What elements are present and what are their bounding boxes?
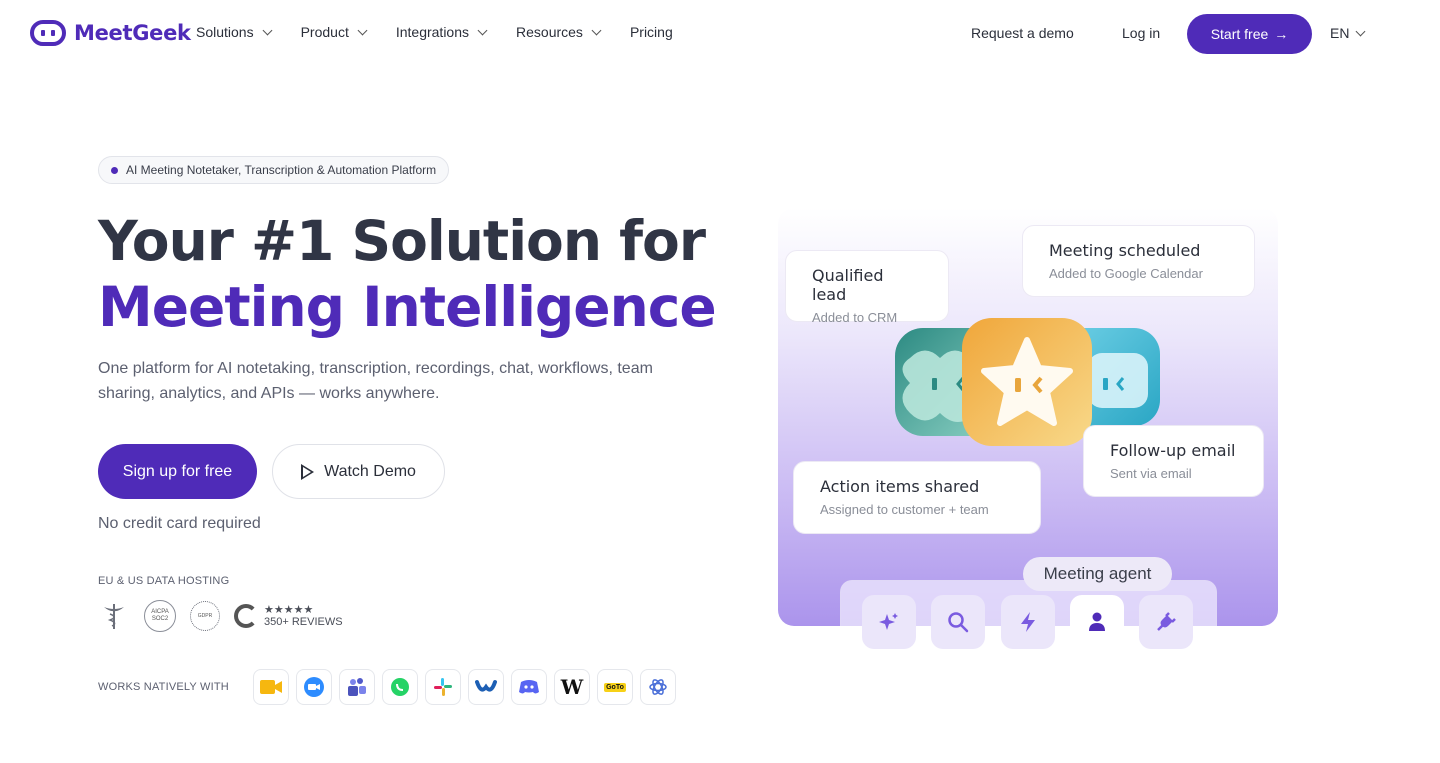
hero-subtitle: One platform for AI notetaking, transcri… [98,360,653,402]
arrow-right-icon: → [1274,26,1289,42]
google-meet-icon[interactable] [253,669,289,705]
goto-icon[interactable]: GoTo [597,669,633,705]
works-with-label: WORKS NATIVELY WITH [98,681,229,693]
card-subtitle: Added to Google Calendar [1049,266,1203,281]
teams-icon[interactable] [339,669,375,705]
start-free-button[interactable]: Start free → [1187,14,1312,54]
follow-up-email-card: Follow-up email Sent via email [1083,425,1264,497]
card-title: Meeting scheduled [1049,241,1201,260]
nav-label: Product [300,24,349,40]
card-subtitle: Assigned to customer + team [820,502,989,517]
action-items-card: Action items shared Assigned to customer… [793,461,1041,534]
person-icon[interactable] [1070,595,1124,649]
qualified-lead-card: Qualified lead Added to CRM [785,250,949,325]
chevron-down-icon [591,25,602,35]
request-demo-link[interactable]: Request a demo [971,25,1074,41]
search-icon[interactable] [931,595,985,649]
nav-label: Integrations [395,24,470,40]
aicpa-text: AICPA [151,609,169,615]
card-subtitle: Added to CRM [812,310,898,325]
chevron-down-icon [1356,26,1366,36]
nav-integrations[interactable]: Integrations [395,24,488,40]
nav-solutions[interactable]: Solutions [196,24,273,40]
discord-icon[interactable] [511,669,547,705]
goto-text: GoTo [604,682,626,692]
nav-label: Resources [516,24,583,40]
no-credit-card-note: No credit card required [98,515,261,532]
card-title: Qualified lead [812,266,884,304]
nav-label: Pricing [629,24,673,40]
watch-demo-button[interactable]: Watch Demo [272,444,445,499]
whatsapp-icon[interactable] [382,669,418,705]
nav-actions: Request a demo Log in Start free → EN [940,14,1440,54]
lightning-icon[interactable] [1001,595,1055,649]
aicpa-soc2-badge: AICPA SOC2 [144,600,176,632]
wix-letter: W [560,675,584,699]
play-icon [301,463,315,480]
hero-badge: AI Meeting Notetaker, Transcription & Au… [98,156,450,184]
gdpr-badge: GDPR [190,601,220,631]
login-link[interactable]: Log in [1122,25,1160,41]
zoom-icon[interactable] [296,669,332,705]
openai-icon[interactable] [640,669,676,705]
nav-pricing[interactable]: Pricing [630,24,673,40]
sparkle-icon[interactable] [862,595,916,649]
chevron-down-icon [477,25,488,35]
g2-rating: ★★★★★ 350+ REVIEWS [234,604,343,628]
nav-label: Solutions [196,24,254,40]
dot-icon [111,166,118,174]
start-free-label: Start free [1210,26,1269,42]
slack-icon[interactable] [425,669,461,705]
meeting-agent-label: Meeting agent [1023,557,1172,591]
webex-icon[interactable] [468,669,504,705]
language-selector[interactable]: EN [1330,25,1366,41]
star-bot-icon [962,318,1092,446]
hero-title-line2: Meeting Intelligence [98,275,717,339]
hosting-label: EU & US DATA HOSTING [98,575,230,587]
plug-icon[interactable] [1139,595,1193,649]
soc2-text: SOC2 [151,616,169,622]
gdpr-text: GDPR [197,613,213,619]
logo-icon [30,20,66,46]
wix-icon[interactable]: W [554,669,590,705]
top-nav: MeetGeek Solutions Product Integrations … [0,0,1440,68]
hipaa-caduceus-icon [98,600,130,632]
nav-menu: Solutions Product Integrations Resources… [196,24,703,40]
integrations-row: W GoTo [253,669,676,705]
badge-text: AI Meeting Notetaker, Transcription & Au… [126,163,437,177]
nav-resources[interactable]: Resources [516,24,602,40]
chevron-down-icon [357,25,368,35]
meetgeek-logo[interactable]: MeetGeek [30,20,191,46]
hero-title-line1: Your #1 Solution for [98,209,706,273]
card-subtitle: Sent via email [1110,466,1192,481]
card-title: Action items shared [820,477,980,496]
watch-demo-label: Watch Demo [324,462,416,480]
chevron-down-icon [262,25,273,35]
g2-icon [234,604,258,628]
logo-text: MeetGeek [74,21,191,45]
star-rating-icon: ★★★★★ [264,604,314,616]
meeting-scheduled-card: Meeting scheduled Added to Google Calend… [1022,225,1255,297]
certifications: AICPA SOC2 GDPR ★★★★★ 350+ REVIEWS [98,600,343,632]
signup-button[interactable]: Sign up for free [98,444,257,499]
card-title: Follow-up email [1110,441,1236,460]
language-label: EN [1330,25,1350,41]
g2-reviews: 350+ REVIEWS [264,616,343,628]
g2-text: ★★★★★ 350+ REVIEWS [264,604,343,628]
nav-product[interactable]: Product [300,24,368,40]
